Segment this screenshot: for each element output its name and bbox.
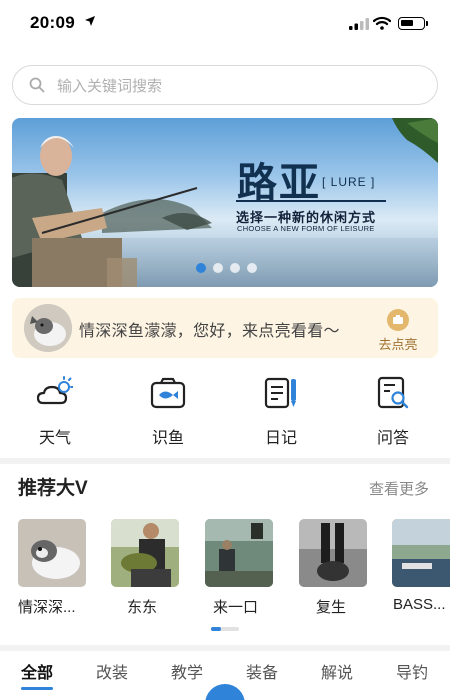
banner-dot[interactable] xyxy=(247,263,257,273)
location-arrow-icon xyxy=(85,16,95,26)
recommend-avatar xyxy=(299,519,367,587)
light-up-notice[interactable]: 情深深鱼濛濛，您好，来点亮看看～ 去点亮 xyxy=(12,298,438,358)
recommend-list[interactable]: 情深深... 东东 来一口 复生 BASS... xyxy=(0,519,450,619)
light-up-button[interactable]: 去点亮 xyxy=(372,307,422,352)
recommend-scroll-indicator xyxy=(211,627,239,631)
banner-dot[interactable] xyxy=(230,263,240,273)
light-up-icon xyxy=(387,309,409,331)
recommend-avatar xyxy=(205,519,273,587)
recommend-item[interactable]: 情深深... xyxy=(18,519,86,619)
wifi-icon xyxy=(373,16,391,30)
fish-camera-icon xyxy=(150,377,186,409)
notice-text: 情深深鱼濛濛，您好，来点亮看看～ xyxy=(79,323,340,340)
recommend-item[interactable]: BASS... xyxy=(392,519,450,619)
tool-diary[interactable]: 日记 xyxy=(246,376,316,447)
status-time: 20:09 xyxy=(30,13,75,32)
search-bar[interactable] xyxy=(12,65,438,105)
recommend-avatar xyxy=(111,519,179,587)
banner-subtitle-en: CHOOSE A NEW FORM OF LEISURE xyxy=(237,224,375,233)
recommend-name: 东东 xyxy=(127,599,158,616)
avatar[interactable] xyxy=(24,304,72,352)
recommend-name: 情深深... xyxy=(18,599,76,616)
tab-teaching[interactable]: 教学 xyxy=(171,659,203,683)
status-bar: 20:09 xyxy=(0,0,450,48)
qa-icon xyxy=(377,376,409,409)
recommend-name: BASS... xyxy=(393,596,446,613)
recommend-avatar xyxy=(18,519,86,587)
tab-gear[interactable]: 装备 xyxy=(246,659,278,683)
recommend-item[interactable]: 东东 xyxy=(111,519,179,619)
promo-banner[interactable]: 路亚 [ LURE ] 选择一种新的休闲方式 CHOOSE A NEW FORM… xyxy=(12,118,438,287)
tool-fish-id[interactable]: 识鱼 xyxy=(133,376,203,447)
tab-commentary[interactable]: 解说 xyxy=(321,659,353,683)
banner-pagination xyxy=(196,263,257,273)
recommend-item[interactable]: 复生 xyxy=(299,519,367,619)
tab-active-underline xyxy=(21,687,53,690)
fisherman-photo xyxy=(12,118,438,287)
battery-icon xyxy=(398,17,428,30)
see-more-link[interactable]: 查看更多 xyxy=(369,478,429,499)
banner-dot[interactable] xyxy=(196,263,206,273)
tab-modify[interactable]: 改装 xyxy=(96,659,128,683)
banner-dot[interactable] xyxy=(213,263,223,273)
tool-label: 识鱼 xyxy=(151,430,184,447)
diary-icon xyxy=(264,377,296,409)
recommend-title: 推荐大V xyxy=(18,478,88,499)
recommend-name: 来一口 xyxy=(213,599,259,616)
tab-all[interactable]: 全部 xyxy=(21,659,53,683)
recommend-name: 复生 xyxy=(316,599,347,616)
tool-label: 日记 xyxy=(264,430,297,447)
tool-label: 天气 xyxy=(38,430,71,447)
search-input[interactable] xyxy=(57,75,417,97)
section-divider xyxy=(0,458,450,464)
cellular-signal-icon xyxy=(349,18,369,30)
light-up-label: 去点亮 xyxy=(378,337,418,352)
tab-guide[interactable]: 导钓 xyxy=(396,659,428,683)
weather-icon xyxy=(36,376,74,405)
tool-label: 问答 xyxy=(376,430,409,447)
recommend-avatar xyxy=(392,519,450,587)
banner-divider xyxy=(236,200,386,202)
banner-lure-label: [ LURE ] xyxy=(322,175,376,189)
search-icon xyxy=(29,77,45,93)
tool-weather[interactable]: 天气 xyxy=(20,376,90,447)
tool-qa[interactable]: 问答 xyxy=(358,376,428,447)
recommend-item[interactable]: 来一口 xyxy=(205,519,273,619)
